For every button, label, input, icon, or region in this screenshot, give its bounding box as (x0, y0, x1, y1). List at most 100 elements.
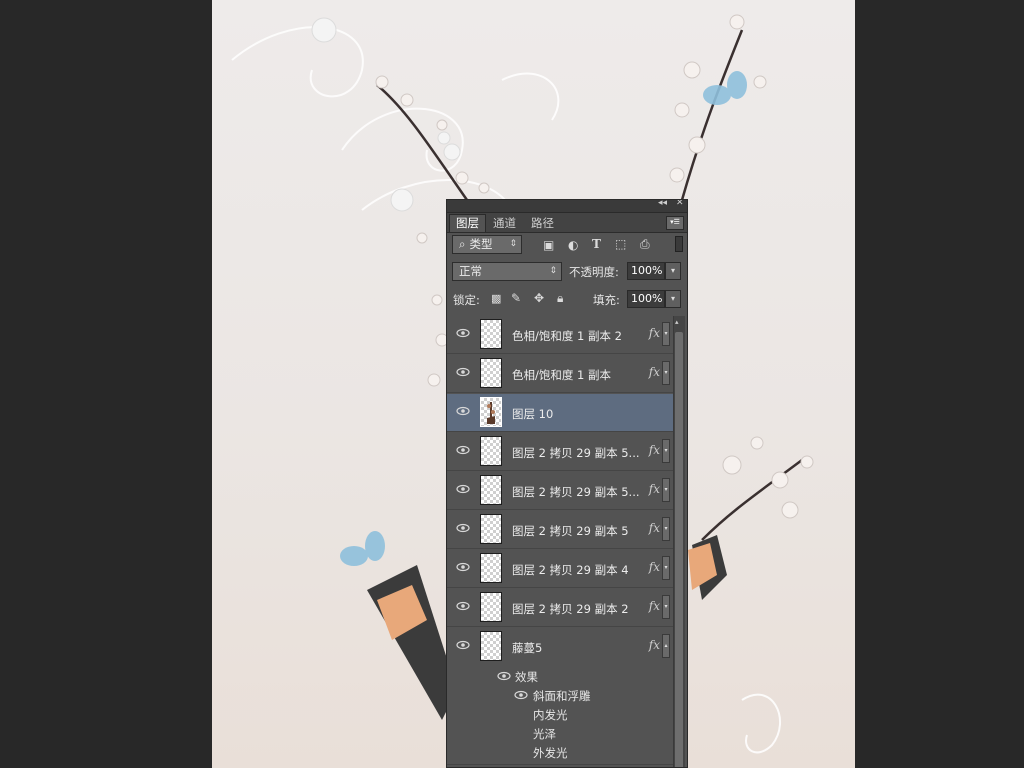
scrollbar-thumb[interactable] (675, 332, 683, 767)
effect-bevel-emboss[interactable]: 斜面和浮雕 (533, 688, 591, 704)
blend-mode-value: 正常 (459, 264, 482, 278)
fill-dropdown-arrow[interactable]: ▾ (665, 290, 681, 308)
pixel-layer-filter-icon[interactable]: ▣ (543, 238, 554, 252)
layer-row[interactable]: 图层 2 拷贝 29 副本 5 fx ▾ (447, 511, 673, 549)
eye-icon[interactable] (456, 562, 470, 572)
eye-icon[interactable] (456, 601, 470, 611)
eye-icon[interactable] (456, 406, 470, 416)
layer-name[interactable]: 藤蔓5 (512, 640, 542, 656)
type-layer-filter-icon[interactable]: T (592, 237, 601, 251)
tab-channels[interactable]: 通道 (487, 215, 522, 232)
layer-thumbnail (480, 631, 502, 661)
tab-paths[interactable]: 路径 (525, 215, 560, 232)
layer-name[interactable]: 图层 2 拷贝 29 副本 5... (512, 484, 640, 500)
eye-icon[interactable] (456, 484, 470, 494)
lock-row: 锁定: ▩ ✎ ✥ 🔒︎ 填充: 100% ▾ (447, 288, 687, 310)
expand-effects-icon[interactable]: ▾ (662, 361, 670, 385)
expand-effects-icon[interactable]: ▾ (662, 517, 670, 541)
panel-tabs: 图层 通道 路径 ▾☰ (447, 213, 687, 233)
fx-icon[interactable]: fx (649, 482, 660, 496)
layer-thumbnail (480, 319, 502, 349)
collapse-effects-icon[interactable]: ▴ (662, 634, 670, 658)
layer-row[interactable]: 藤蔓5 fx ▴ (447, 628, 673, 666)
layer-row-selected[interactable]: 图层 10 (447, 394, 673, 432)
lock-position-icon[interactable]: ✥ (534, 291, 544, 305)
layer-thumbnail (480, 553, 502, 583)
search-icon: ⌕ (459, 237, 466, 251)
blend-mode-select[interactable]: 正常 ⇕ (452, 262, 562, 281)
layers-panel: ◂◂ ✕ 图层 通道 路径 ▾☰ ⌕ 类型 ⇕ ▣ ◐ T ⬚ ⎙ 正常 ⇕ 不透… (446, 199, 688, 768)
smart-object-filter-icon[interactable]: ⎙ (640, 237, 650, 251)
layer-name[interactable]: 图层 2 拷贝 29 副本 5 (512, 523, 629, 539)
layer-name[interactable]: 图层 10 (512, 406, 553, 422)
opacity-dropdown-arrow[interactable]: ▾ (665, 262, 681, 280)
opacity-label: 不透明度: (569, 265, 619, 279)
eye-icon[interactable] (514, 690, 528, 700)
filter-kind-select[interactable]: ⌕ 类型 ⇕ (452, 235, 522, 254)
fx-icon[interactable]: fx (649, 599, 660, 613)
expand-effects-icon[interactable]: ▾ (662, 322, 670, 346)
lock-image-pixels-icon[interactable]: ✎ (511, 291, 521, 305)
fx-icon[interactable]: fx (649, 560, 660, 574)
eye-icon[interactable] (456, 523, 470, 533)
expand-effects-icon[interactable]: ▾ (662, 556, 670, 580)
fill-label: 填充: (593, 293, 620, 307)
layer-name[interactable]: 色相/饱和度 1 副本 (512, 367, 611, 383)
filter-row: ⌕ 类型 ⇕ ▣ ◐ T ⬚ ⎙ (447, 233, 687, 255)
panel-menu-button[interactable]: ▾☰ (666, 216, 684, 230)
layers-scrollbar[interactable]: ▴ (673, 316, 685, 767)
up-down-icon: ⇕ (509, 239, 517, 249)
fx-icon[interactable]: fx (649, 326, 660, 340)
layer-thumbnail (480, 592, 502, 622)
scroll-up-icon[interactable]: ▴ (675, 318, 679, 326)
fx-icon[interactable]: fx (649, 365, 660, 379)
lock-all-icon[interactable]: 🔒︎ (557, 291, 563, 305)
eye-icon[interactable] (456, 640, 470, 650)
fill-input[interactable]: 100% (627, 290, 665, 308)
layer-row[interactable]: 图层 2 拷贝 29 副本 2 fx ▾ (447, 589, 673, 627)
layer-row[interactable]: 色相/饱和度 1 副本 2 fx ▾ (447, 316, 673, 354)
eye-icon[interactable] (456, 445, 470, 455)
effect-satin[interactable]: 光泽 (533, 726, 556, 742)
adjustment-layer-filter-icon[interactable]: ◐ (568, 238, 578, 252)
effect-inner-glow[interactable]: 内发光 (533, 707, 568, 723)
layer-thumbnail (480, 436, 502, 466)
layer-thumbnail (480, 397, 502, 427)
fx-icon[interactable]: fx (649, 443, 660, 457)
effect-outer-glow[interactable]: 外发光 (533, 745, 568, 761)
effects-label[interactable]: 效果 (515, 669, 538, 685)
close-icon[interactable]: ✕ (676, 200, 684, 208)
expand-effects-icon[interactable]: ▾ (662, 478, 670, 502)
layer-thumbnail-image (487, 402, 495, 424)
layer-thumbnail (480, 514, 502, 544)
layer-name[interactable]: 图层 2 拷贝 29 副本 4 (512, 562, 629, 578)
expand-effects-icon[interactable]: ▾ (662, 439, 670, 463)
layer-name[interactable]: 图层 2 拷贝 29 副本 5... (512, 445, 640, 461)
up-down-icon: ⇕ (549, 266, 557, 276)
layer-thumbnail (480, 475, 502, 505)
layer-name[interactable]: 色相/饱和度 1 副本 2 (512, 328, 622, 344)
blend-row: 正常 ⇕ 不透明度: 100% ▾ (447, 260, 687, 282)
eye-icon[interactable] (497, 671, 511, 681)
lock-transparent-pixels-icon[interactable]: ▩ (491, 292, 501, 306)
layer-row[interactable]: 图层 2 拷贝 29 副本 4 fx ▾ (447, 550, 673, 588)
shape-layer-filter-icon[interactable]: ⬚ (615, 237, 626, 251)
expand-effects-icon[interactable]: ▾ (662, 595, 670, 619)
tab-layers[interactable]: 图层 (449, 214, 486, 232)
filter-toggle-switch[interactable] (675, 236, 683, 252)
eye-icon[interactable] (456, 328, 470, 338)
opacity-input[interactable]: 100% (627, 262, 665, 280)
fx-icon[interactable]: fx (649, 521, 660, 535)
layers-list: 色相/饱和度 1 副本 2 fx ▾ 色相/饱和度 1 副本 fx ▾ 图层 1… (447, 316, 673, 767)
layer-name[interactable]: 图层 2 拷贝 29 副本 2 (512, 601, 629, 617)
layer-row[interactable]: 色相/饱和度 1 副本 fx ▾ (447, 355, 673, 393)
layer-row[interactable]: 图层 2 拷贝 29 副本 5... fx ▾ (447, 472, 673, 510)
list-divider (447, 764, 673, 765)
collapse-icon[interactable]: ◂◂ (658, 200, 667, 208)
layer-row[interactable]: 图层 2 拷贝 29 副本 5... fx ▾ (447, 433, 673, 471)
eye-icon[interactable] (456, 367, 470, 377)
filter-kind-value: 类型 (469, 237, 493, 251)
fx-icon[interactable]: fx (649, 638, 660, 652)
lock-label: 锁定: (453, 293, 480, 307)
layer-thumbnail (480, 358, 502, 388)
